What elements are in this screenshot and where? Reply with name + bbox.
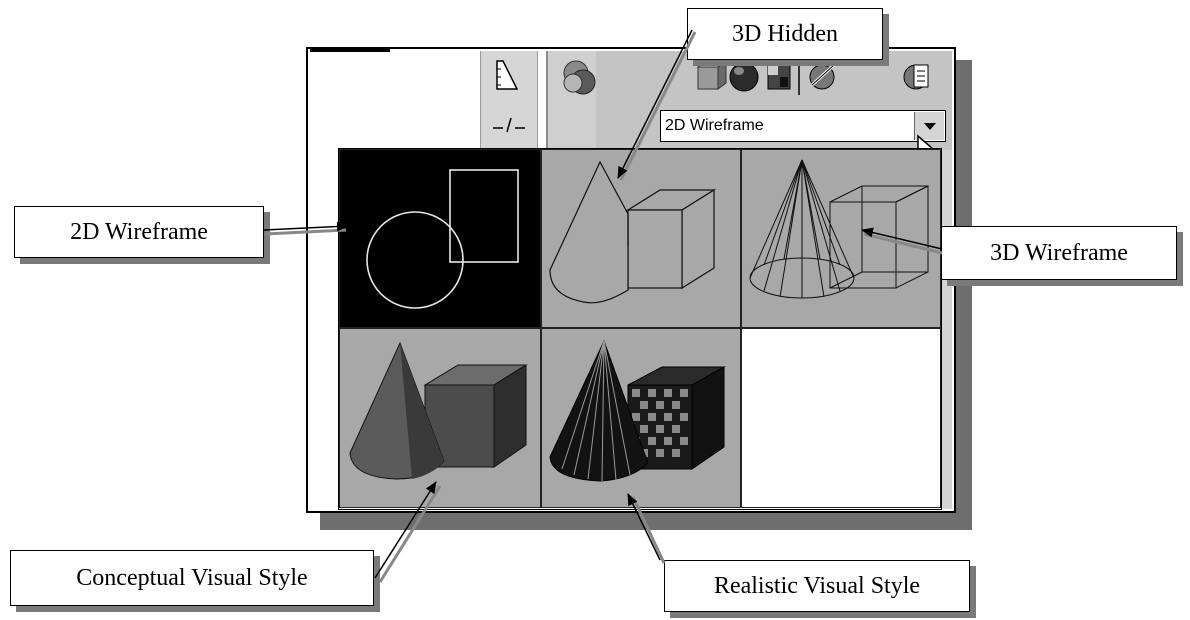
visual-style-dropdown[interactable]: 2D Wireframe xyxy=(660,110,946,142)
dropdown-selected-value: 2D Wireframe xyxy=(665,117,764,134)
realistic-style-icon[interactable] xyxy=(729,62,759,92)
edge-settings-icon[interactable] xyxy=(809,63,836,90)
thumbnail-realistic[interactable] xyxy=(541,328,741,508)
callout-2d-wireframe: 2D Wireframe xyxy=(14,206,264,258)
visual-styles-gallery xyxy=(338,148,942,510)
dashed-line-icon[interactable] xyxy=(481,106,539,146)
callout-conceptual: Conceptual Visual Style xyxy=(10,550,374,606)
face-settings-icon[interactable] xyxy=(903,64,929,90)
callout-3d-wireframe: 3D Wireframe xyxy=(941,226,1177,280)
callout-realistic: Realistic Visual Style xyxy=(664,560,970,612)
thumbnail-2d-wireframe[interactable] xyxy=(339,149,541,328)
thumbnail-3d-hidden[interactable] xyxy=(541,149,741,328)
thumbnail-3d-wireframe[interactable] xyxy=(741,149,941,328)
thumbnail-empty xyxy=(741,328,941,508)
callout-3d-hidden: 3D Hidden xyxy=(687,8,883,60)
thumbnail-conceptual[interactable] xyxy=(339,328,541,508)
panel-title-edge xyxy=(310,49,390,52)
conceptual-style-icon[interactable] xyxy=(767,64,791,90)
